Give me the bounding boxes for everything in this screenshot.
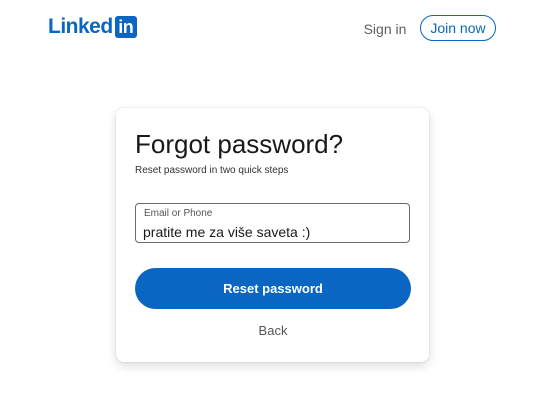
email-or-phone-field[interactable]: Email or Phone bbox=[135, 203, 410, 243]
header: Linked in Sign in Join now bbox=[0, 0, 537, 56]
page-title: Forgot password? bbox=[135, 129, 344, 159]
logo-wordmark: Linked bbox=[48, 15, 113, 38]
logo-in-box-icon: in bbox=[114, 16, 137, 38]
page: Linked in Sign in Join now Forgot passwor… bbox=[0, 0, 537, 398]
reset-password-button[interactable]: Reset password bbox=[135, 268, 411, 309]
email-or-phone-label: Email or Phone bbox=[144, 208, 213, 219]
sign-in-link[interactable]: Sign in bbox=[357, 19, 413, 39]
page-subtitle: Reset password in two quick steps bbox=[135, 165, 289, 176]
email-or-phone-input[interactable] bbox=[143, 223, 401, 241]
join-now-button[interactable]: Join now bbox=[420, 15, 496, 41]
linkedin-logo[interactable]: Linked in bbox=[48, 15, 137, 39]
forgot-password-card: Forgot password? Reset password in two q… bbox=[116, 108, 429, 362]
back-link[interactable]: Back bbox=[135, 322, 411, 340]
